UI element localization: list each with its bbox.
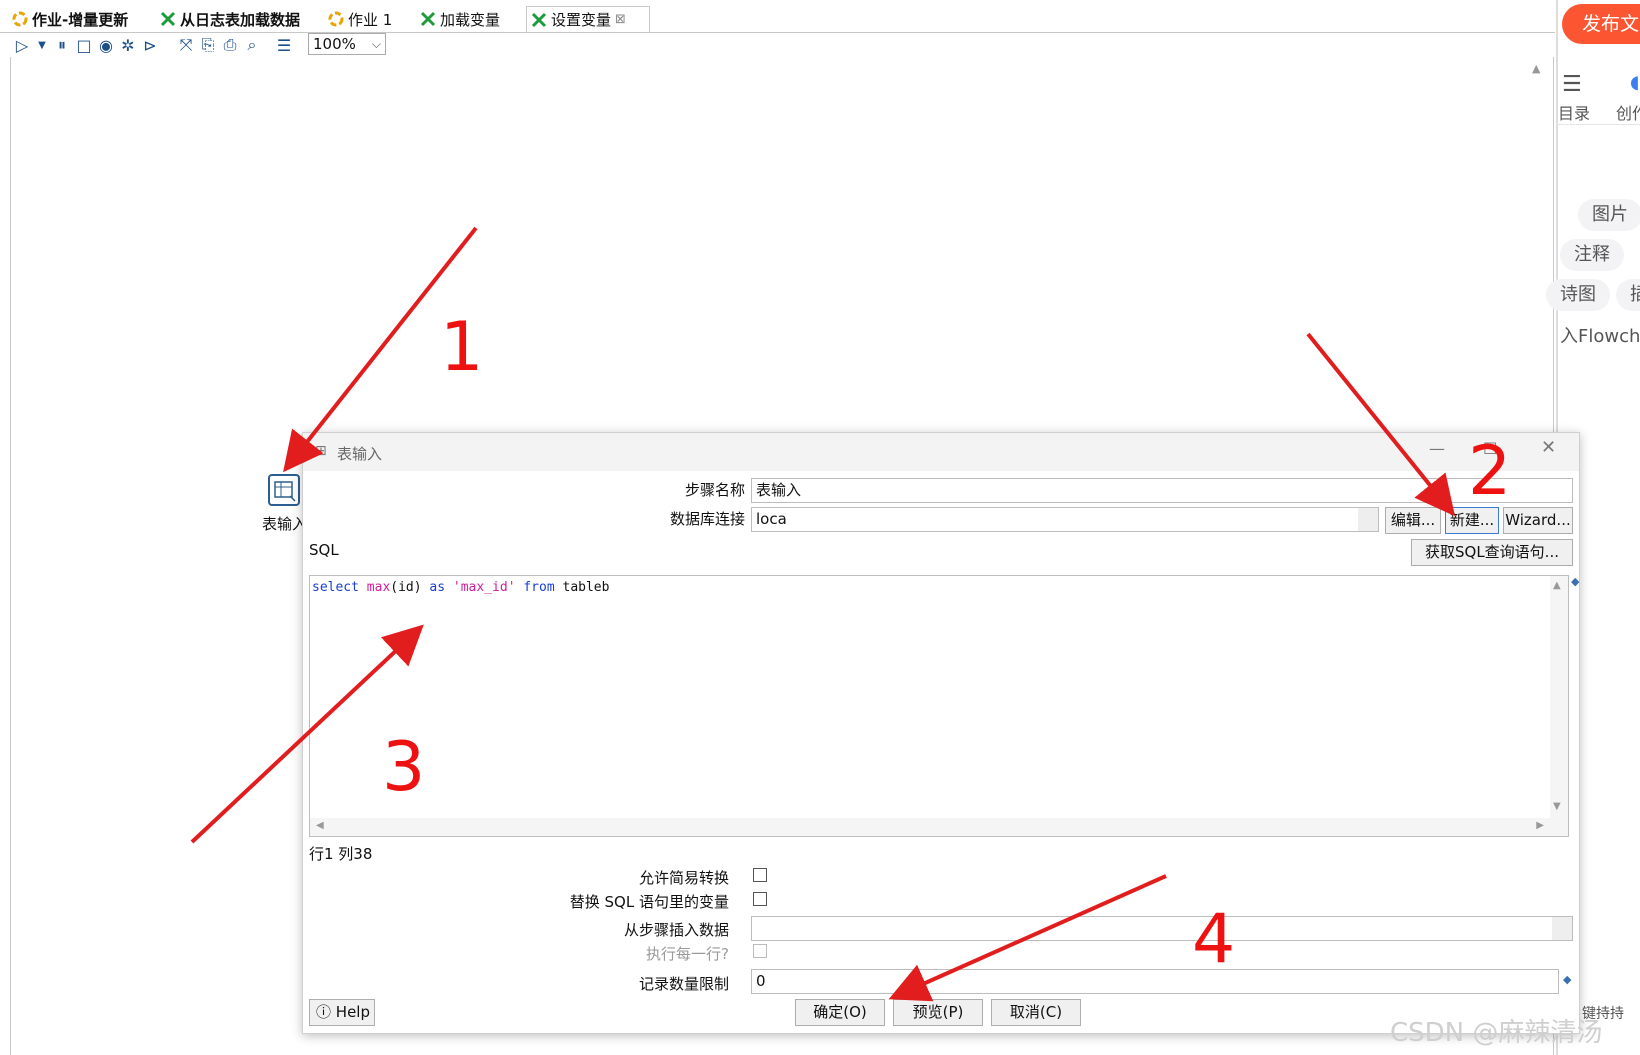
annotation-number-3: 3: [382, 728, 426, 807]
annotation-number-2: 2: [1468, 432, 1512, 511]
arrow-2: [1306, 332, 1456, 517]
annotation-arrows: [190, 226, 1456, 1002]
annotation-number-4: 4: [1192, 900, 1236, 979]
annotation-number-1: 1: [440, 308, 484, 387]
watermark: CSDN @麻辣清汤: [1390, 1018, 1603, 1048]
arrow-4: [888, 874, 1167, 1002]
